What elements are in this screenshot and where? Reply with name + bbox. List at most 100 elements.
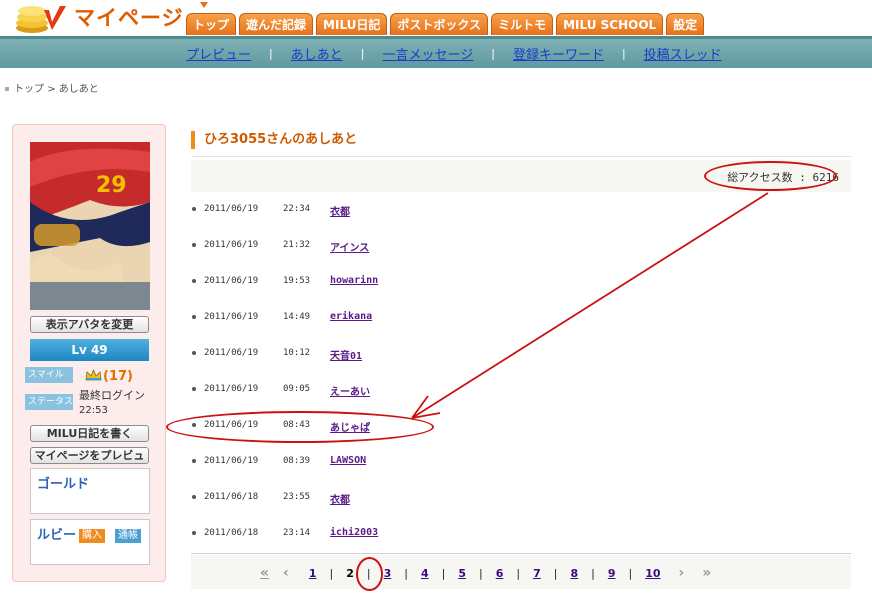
page-link-10[interactable]: 10	[645, 567, 660, 580]
visit-time: 23:14	[283, 528, 311, 538]
visitor-link[interactable]: アインス	[330, 239, 369, 254]
pager-separator: |	[628, 566, 633, 580]
tab-milu-school[interactable]: MILU SCHOOL	[556, 13, 664, 35]
visit-time: 14:49	[283, 312, 311, 322]
page-link-1[interactable]: 1	[309, 567, 317, 580]
visitor-link[interactable]: ichi2003	[330, 527, 378, 538]
title-divider	[191, 156, 851, 157]
visitor-link[interactable]: 衣都	[330, 203, 350, 218]
subnav-keywords[interactable]: 登録キーワード	[513, 44, 604, 63]
crown-icon	[85, 369, 102, 381]
page: マイページ トップ 遊んだ記録 MILU日記 ポストボックス ミルトモ MILU…	[0, 0, 872, 593]
visit-date: 2011/06/19	[204, 456, 259, 466]
page-link-5[interactable]: 5	[458, 567, 466, 580]
tab-play-record[interactable]: 遊んだ記録	[239, 13, 314, 35]
visit-time: 21:32	[283, 240, 311, 250]
bullet-icon	[192, 387, 196, 391]
write-diary-button[interactable]: MILU日記を書く	[30, 425, 149, 442]
tab-milu-diary[interactable]: MILU日記	[316, 13, 388, 35]
list-item: 2011/06/19 14:49 erikana	[191, 300, 851, 336]
bullet-icon	[192, 243, 196, 247]
visit-time: 08:39	[283, 456, 311, 466]
status-label: ステータス	[25, 394, 73, 410]
last-login-label: 最終ログイン	[79, 389, 145, 402]
prev-page-icon[interactable]: ‹	[283, 565, 289, 581]
pager-divider	[191, 553, 851, 554]
ruby-label: ルビー	[37, 528, 77, 543]
coins-logo-icon	[16, 6, 66, 33]
breadcrumb: トップ > あしあと	[5, 80, 99, 95]
page-link-9[interactable]: 9	[608, 567, 616, 580]
visitor-link[interactable]: 天音01	[330, 347, 362, 362]
header: マイページ トップ 遊んだ記録 MILU日記 ポストボックス ミルトモ MILU…	[0, 0, 872, 36]
tab-settings[interactable]: 設定	[666, 13, 705, 35]
visitor-link[interactable]: えーあい	[330, 383, 370, 398]
visit-date: 2011/06/19	[204, 348, 259, 358]
list-item: 2011/06/19 10:12 天音01	[191, 336, 851, 372]
list-item: 2011/06/19 09:05 えーあい	[191, 372, 851, 408]
bullet-icon	[192, 351, 196, 355]
list-item: 2011/06/19 22:34 衣都	[191, 192, 851, 228]
visitor-link[interactable]: 衣都	[330, 491, 350, 506]
visit-date: 2011/06/19	[204, 312, 259, 322]
pager-separator: |	[516, 566, 521, 580]
visit-time: 22:34	[283, 204, 311, 214]
subnav-separator: |	[621, 47, 626, 60]
visit-date: 2011/06/19	[204, 204, 259, 214]
current-page-annotation-circle	[356, 557, 383, 591]
pager-separator: |	[329, 566, 334, 580]
page-link-4[interactable]: 4	[421, 567, 429, 580]
pager-separator: |	[553, 566, 558, 580]
list-item: 2011/06/18 23:14 ichi2003	[191, 516, 851, 552]
smile-label: スマイル	[25, 367, 73, 383]
preview-mypage-button[interactable]: マイページをプレビュー	[30, 447, 149, 477]
first-page-icon[interactable]: «	[260, 565, 269, 581]
subnav-preview[interactable]: プレビュー	[186, 44, 251, 63]
current-page: 2	[346, 566, 354, 580]
avatar-image: 29	[30, 142, 150, 310]
gold-label: ゴールド	[37, 477, 90, 492]
tab-top[interactable]: トップ	[186, 13, 237, 35]
footprint-list: 2011/06/19 22:34 衣都 2011/06/19 21:32 アインス 20…	[191, 192, 851, 552]
list-item: 2011/06/19 08:39 LAWSON	[191, 444, 851, 480]
subnav-threads[interactable]: 投稿スレッド	[644, 44, 722, 63]
last-page-icon[interactable]: »	[702, 565, 711, 581]
sub-navigation: プレビュー | あしあと | 一言メッセージ | 登録キーワード | 投稿スレッ…	[0, 36, 872, 68]
tab-postbox[interactable]: ポストボックス	[390, 13, 489, 35]
page-link-3[interactable]: 3	[384, 567, 392, 580]
ruby-history-button[interactable]: 通帳	[115, 529, 141, 543]
page-link-6[interactable]: 6	[496, 567, 504, 580]
subnav-message[interactable]: 一言メッセージ	[382, 44, 473, 63]
visit-time: 23:55	[283, 492, 311, 502]
page-link-8[interactable]: 8	[570, 567, 578, 580]
ruby-box: ルビー 購入 通帳	[30, 519, 150, 565]
visitor-link[interactable]: howarinn	[330, 275, 378, 286]
subnav-separator: |	[360, 47, 365, 60]
breadcrumb-top[interactable]: トップ	[14, 84, 44, 95]
pager-separator: |	[478, 566, 483, 580]
visit-date: 2011/06/19	[204, 276, 259, 286]
level-bar: Lv 49	[30, 339, 149, 361]
tab-friends[interactable]: ミルトモ	[491, 13, 554, 35]
visit-time: 19:53	[283, 276, 311, 286]
main-tabs: トップ 遊んだ記録 MILU日記 ポストボックス ミルトモ MILU SCHOO…	[186, 13, 705, 36]
profile-sidebar: 29 表示アバタを変更 Lv 49 スマイル (17) ステータス 最終ログイン…	[12, 124, 166, 582]
subnav-separator: |	[269, 47, 273, 60]
visitor-link[interactable]: LAWSON	[330, 455, 366, 466]
page-link-7[interactable]: 7	[533, 567, 541, 580]
gold-box: ゴールド	[30, 468, 150, 514]
page-title: ひろ3055さんのあしあと	[191, 131, 357, 149]
change-avatar-button[interactable]: 表示アバタを変更	[30, 316, 149, 333]
next-page-icon[interactable]: ›	[679, 565, 685, 581]
buy-ruby-button[interactable]: 購入	[79, 529, 105, 543]
smile-count: (17)	[103, 369, 133, 384]
visitor-link[interactable]: erikana	[330, 311, 372, 322]
pagination: « ‹ 1 | 2 | 3 | 4 | 5 | 6 | 7 | 8 | 9 | …	[260, 565, 711, 581]
bullet-icon	[192, 459, 196, 463]
last-login-time: 22:53	[79, 405, 108, 416]
svg-text:29: 29	[96, 173, 127, 198]
highlighted-row-annotation-circle	[166, 411, 434, 443]
subnav-separator: |	[491, 47, 495, 60]
subnav-footprints[interactable]: あしあと	[291, 44, 343, 63]
visit-time: 09:05	[283, 384, 311, 394]
